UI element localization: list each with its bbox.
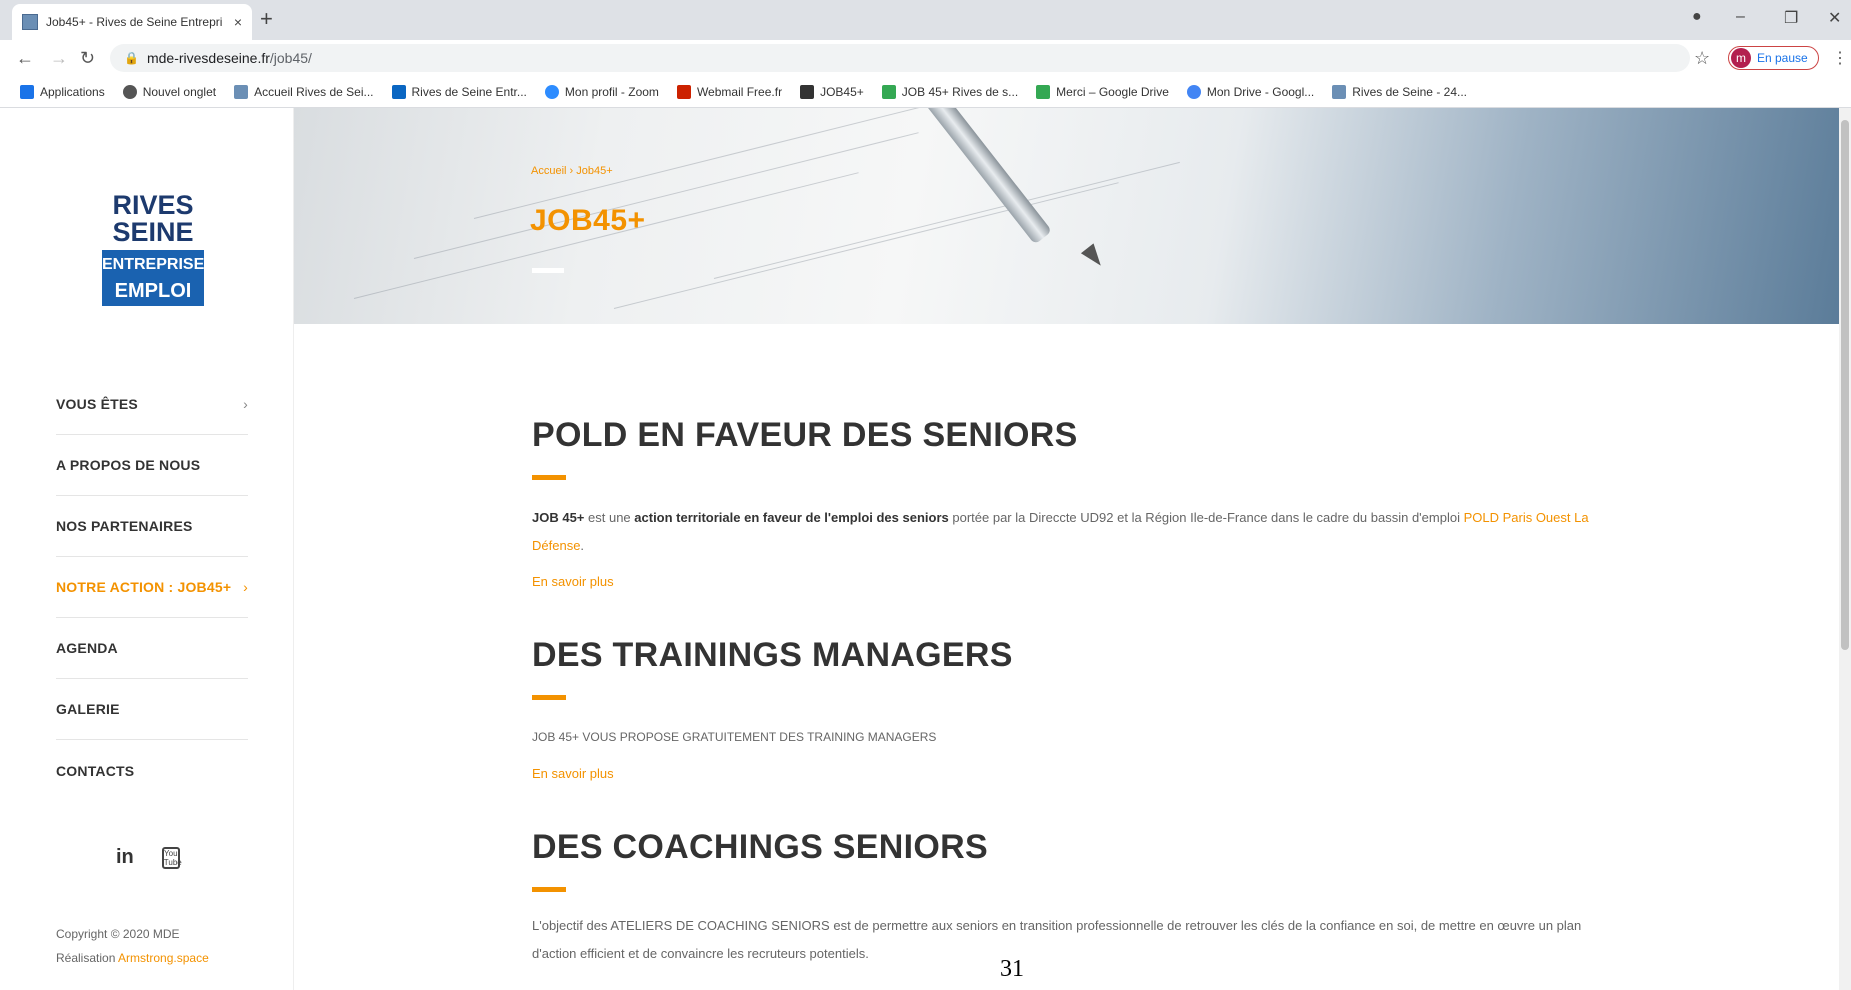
- linkedin-icon: [391, 84, 406, 99]
- forward-arrow-icon[interactable]: →: [50, 48, 68, 68]
- linkedin-icon[interactable]: in: [116, 846, 134, 869]
- page-number: 31: [1000, 956, 1024, 982]
- zoom-icon: [544, 84, 559, 99]
- chevron-right-icon: ›: [243, 579, 248, 595]
- avatar: m: [1731, 48, 1751, 68]
- bookmark-star-icon[interactable]: ☆: [1694, 48, 1710, 69]
- section-underline: [532, 695, 566, 700]
- profile-button[interactable]: m En pause: [1728, 46, 1819, 70]
- address-bar[interactable]: 🔒 mde-rivesdeseine.fr/job45/: [110, 44, 1690, 72]
- youtube-icon[interactable]: You Tube: [161, 846, 182, 869]
- bookmark-accueil[interactable]: Accueil Rives de Sei...: [234, 84, 374, 99]
- section-coachings: DES COACHINGS SENIORS L'objectif des ATE…: [532, 828, 1612, 968]
- sidebar-item-contacts[interactable]: CONTACTS: [56, 740, 248, 801]
- restore-icon[interactable]: ❐: [1784, 8, 1798, 28]
- record-icon[interactable]: ●: [1692, 8, 1702, 26]
- sidebar-nav: VOUS ÊTES › A PROPOS DE NOUS NOS PARTENA…: [56, 374, 248, 801]
- close-window-icon[interactable]: ✕: [1828, 8, 1841, 28]
- section-text: JOB 45+ VOUS PROPOSE GRATUITEMENT DES TR…: [532, 730, 937, 744]
- hero-banner: Accueil › Job45+ JOB45+: [294, 108, 1839, 324]
- tab-close-icon[interactable]: ×: [234, 14, 242, 30]
- scrollbar-thumb[interactable]: [1841, 120, 1849, 650]
- bookmark-job45-drive[interactable]: JOB 45+ Rives de s...: [881, 84, 1018, 99]
- bookmark-zoom[interactable]: Mon profil - Zoom: [544, 84, 659, 99]
- page-title: JOB45+: [530, 204, 646, 237]
- section-title: DES TRAININGS MANAGERS: [532, 636, 1013, 674]
- browser-tab-bar: Job45+ - Rives de Seine Entrepri × + ● –…: [0, 0, 1851, 40]
- section-trainings: DES TRAININGS MANAGERS JOB 45+ VOUS PROP…: [532, 636, 1612, 783]
- read-more-link[interactable]: En savoir plus: [532, 574, 614, 589]
- site-favicon-icon: [800, 84, 815, 99]
- bookmark-linkedin[interactable]: Rives de Seine Entr...: [391, 84, 527, 99]
- pen-image: [917, 108, 1053, 245]
- section-underline: [532, 887, 566, 892]
- lock-icon: 🔒: [124, 51, 139, 65]
- bookmarks-bar: Applications Nouvel onglet Accueil Rives…: [0, 76, 1851, 108]
- profile-status: En pause: [1757, 51, 1808, 65]
- sidebar: RIVES SEINE ENTREPRISE EMPLOI VOUS ÊTES …: [0, 108, 294, 990]
- google-drive-icon: [1036, 84, 1051, 99]
- more-menu-icon[interactable]: ⋮: [1832, 48, 1848, 68]
- bookmark-job45[interactable]: JOB45+: [800, 84, 864, 99]
- section-text: JOB 45+ est une action territoriale en f…: [532, 510, 1589, 553]
- back-arrow-icon[interactable]: ←: [16, 48, 34, 68]
- new-tab-button[interactable]: +: [260, 8, 273, 30]
- globe-icon: [122, 84, 137, 99]
- bookmark-rives-24[interactable]: Rives de Seine - 24...: [1332, 84, 1467, 99]
- section-title: POLD EN FAVEUR DES SENIORS: [532, 416, 1078, 454]
- sidebar-item-a-propos[interactable]: A PROPOS DE NOUS: [56, 435, 248, 496]
- section-underline: [532, 475, 566, 480]
- pen-tip: [1080, 243, 1108, 271]
- notebook-line: [413, 132, 919, 259]
- page-scrollbar[interactable]: [1839, 108, 1851, 990]
- bookmark-new-tab[interactable]: Nouvel onglet: [122, 84, 216, 99]
- notebook-line: [473, 108, 979, 219]
- free-icon: [676, 84, 691, 99]
- sidebar-item-agenda[interactable]: AGENDA: [56, 618, 248, 679]
- breadcrumb-current: Job45+: [576, 165, 613, 177]
- site-favicon-icon: [234, 84, 249, 99]
- minimize-icon[interactable]: –: [1736, 8, 1745, 26]
- section-title: DES COACHINGS SENIORS: [532, 828, 988, 866]
- tab-title: Job45+ - Rives de Seine Entrepri: [46, 15, 223, 29]
- reload-icon[interactable]: ↻: [80, 48, 95, 68]
- breadcrumb-separator: ›: [569, 165, 574, 177]
- agency-link[interactable]: Armstrong.space: [118, 951, 209, 965]
- section-text: L'objectif des ATELIERS DE COACHING SENI…: [532, 918, 1582, 961]
- logo-top: RIVES SEINE: [102, 192, 204, 250]
- url-path: /job45/: [269, 50, 312, 66]
- breadcrumb-home[interactable]: Accueil: [531, 165, 566, 177]
- notebook-line: [713, 161, 1180, 279]
- browser-toolbar: ← → ↻ 🔒 mde-rivesdeseine.fr/job45/ ☆ m E…: [0, 40, 1851, 76]
- logo-bottom: ENTREPRISE EMPLOI: [102, 250, 204, 306]
- google-icon: [1186, 84, 1201, 99]
- breadcrumb: Accueil › Job45+: [531, 165, 613, 177]
- social-links: in You Tube: [116, 846, 182, 869]
- sidebar-item-galerie[interactable]: GALERIE: [56, 679, 248, 740]
- chevron-right-icon: ›: [243, 396, 248, 412]
- site-favicon-icon: [22, 14, 38, 30]
- bookmark-applications[interactable]: Applications: [20, 84, 105, 99]
- apps-grid-icon: [20, 84, 34, 99]
- bookmark-merci-drive[interactable]: Merci – Google Drive: [1036, 84, 1169, 99]
- bookmark-webmail[interactable]: Webmail Free.fr: [676, 84, 782, 99]
- browser-tab[interactable]: Job45+ - Rives de Seine Entrepri ×: [12, 4, 252, 40]
- bookmark-mon-drive[interactable]: Mon Drive - Googl...: [1186, 84, 1314, 99]
- web-page: RIVES SEINE ENTREPRISE EMPLOI VOUS ÊTES …: [0, 108, 1851, 990]
- google-drive-icon: [881, 84, 896, 99]
- site-favicon-icon: [1332, 84, 1347, 99]
- sidebar-item-partenaires[interactable]: NOS PARTENAIRES: [56, 496, 248, 557]
- sidebar-item-notre-action[interactable]: NOTRE ACTION : JOB45+ ›: [56, 557, 248, 618]
- notebook-line: [613, 182, 1119, 309]
- read-more-link[interactable]: En savoir plus: [532, 766, 614, 781]
- title-underline: [532, 268, 564, 273]
- sidebar-item-vous-etes[interactable]: VOUS ÊTES ›: [56, 374, 248, 435]
- site-logo[interactable]: RIVES SEINE ENTREPRISE EMPLOI: [102, 192, 204, 310]
- section-pold: POLD EN FAVEUR DES SENIORS JOB 45+ est u…: [532, 416, 1612, 591]
- url-host: mde-rivesdeseine.fr: [146, 50, 270, 66]
- copyright: Copyright © 2020 MDE Réalisation Armstro…: [56, 927, 209, 965]
